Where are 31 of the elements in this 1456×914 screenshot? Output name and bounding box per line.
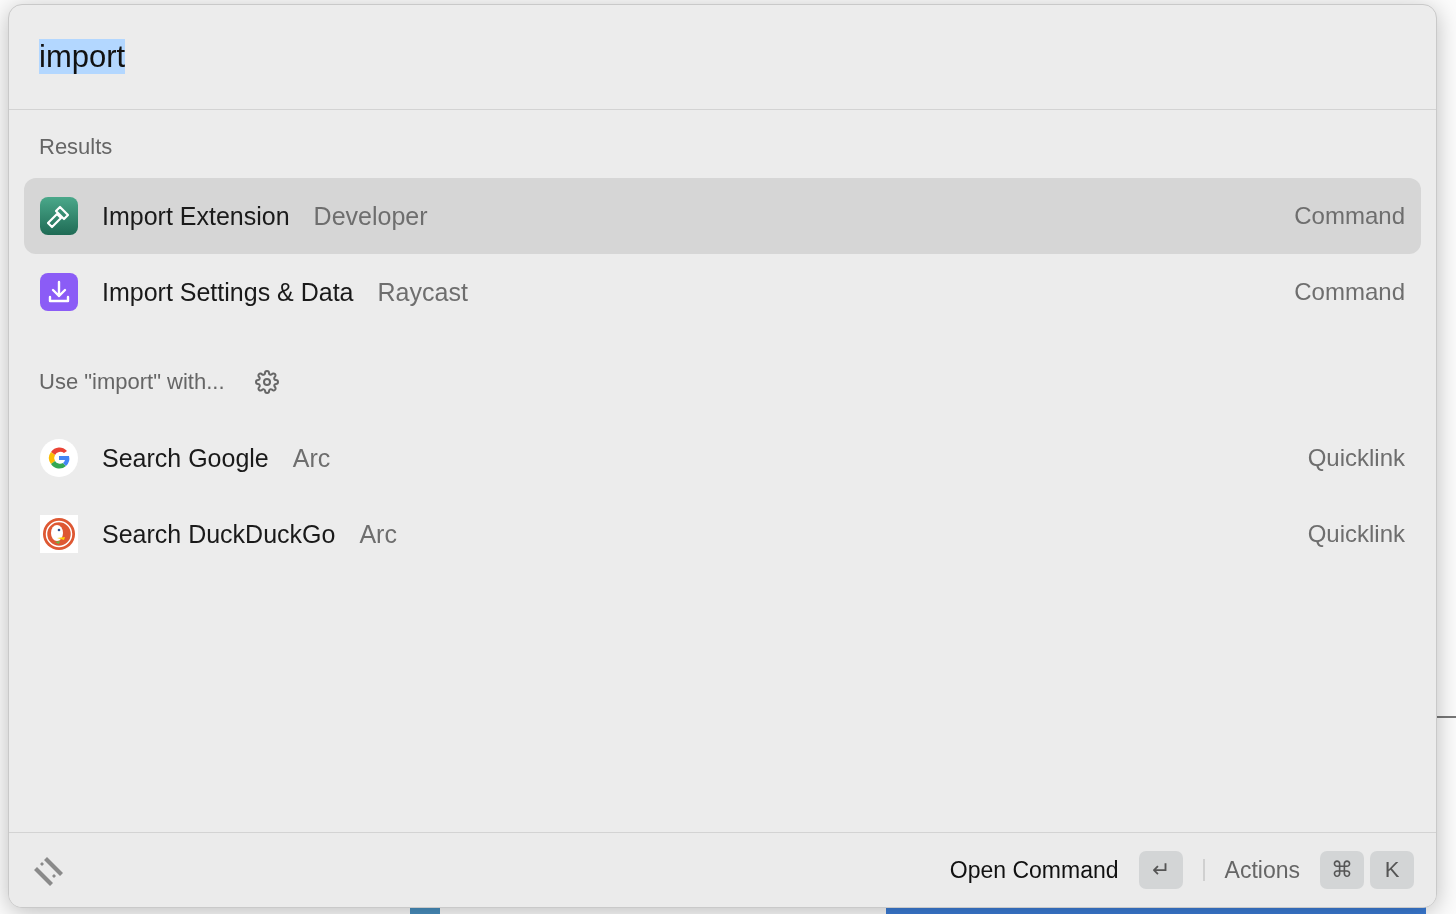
result-type: Command	[1294, 202, 1405, 230]
search-field[interactable]: import	[39, 37, 126, 77]
key-cap: K	[1370, 851, 1414, 889]
result-subtitle: Arc	[292, 443, 331, 473]
key-cap: ⌘	[1320, 851, 1364, 889]
key-cap: ↵	[1138, 851, 1183, 889]
result-title: Import Extension	[102, 201, 290, 231]
result-type: Command	[1294, 278, 1405, 306]
download-icon	[40, 273, 78, 311]
section-title: Use "import" with...	[39, 369, 225, 395]
result-subtitle: Raycast	[377, 277, 468, 307]
section-title: Results	[39, 134, 113, 160]
actions-button[interactable]: Actions ⌘ K	[1224, 851, 1414, 889]
result-row[interactable]: Search Google Arc Quicklink	[24, 420, 1421, 496]
result-row[interactable]: Import Settings & Data Raycast Command	[24, 254, 1421, 330]
google-logo-icon	[40, 439, 78, 477]
hammer-icon	[40, 197, 78, 235]
result-row[interactable]: Search DuckDuckGo Arc Quicklink	[24, 496, 1421, 572]
result-title: Search Google	[102, 443, 269, 473]
result-subtitle: Developer	[313, 201, 428, 231]
result-title: Search DuckDuckGo	[102, 519, 336, 549]
result-title: Import Settings & Data	[102, 277, 354, 307]
duck-logo-icon	[40, 515, 78, 553]
button-label: Actions	[1224, 856, 1300, 884]
result-subtitle: Arc	[359, 519, 397, 549]
button-label: Open Command	[949, 856, 1119, 884]
result-type: Quicklink	[1307, 444, 1405, 472]
result-type: Quicklink	[1307, 520, 1405, 548]
open-command-button[interactable]: Open Command ↵	[949, 851, 1183, 889]
result-row[interactable]: Import Extension Developer Command	[24, 178, 1421, 254]
settings-icon[interactable]	[254, 370, 279, 394]
